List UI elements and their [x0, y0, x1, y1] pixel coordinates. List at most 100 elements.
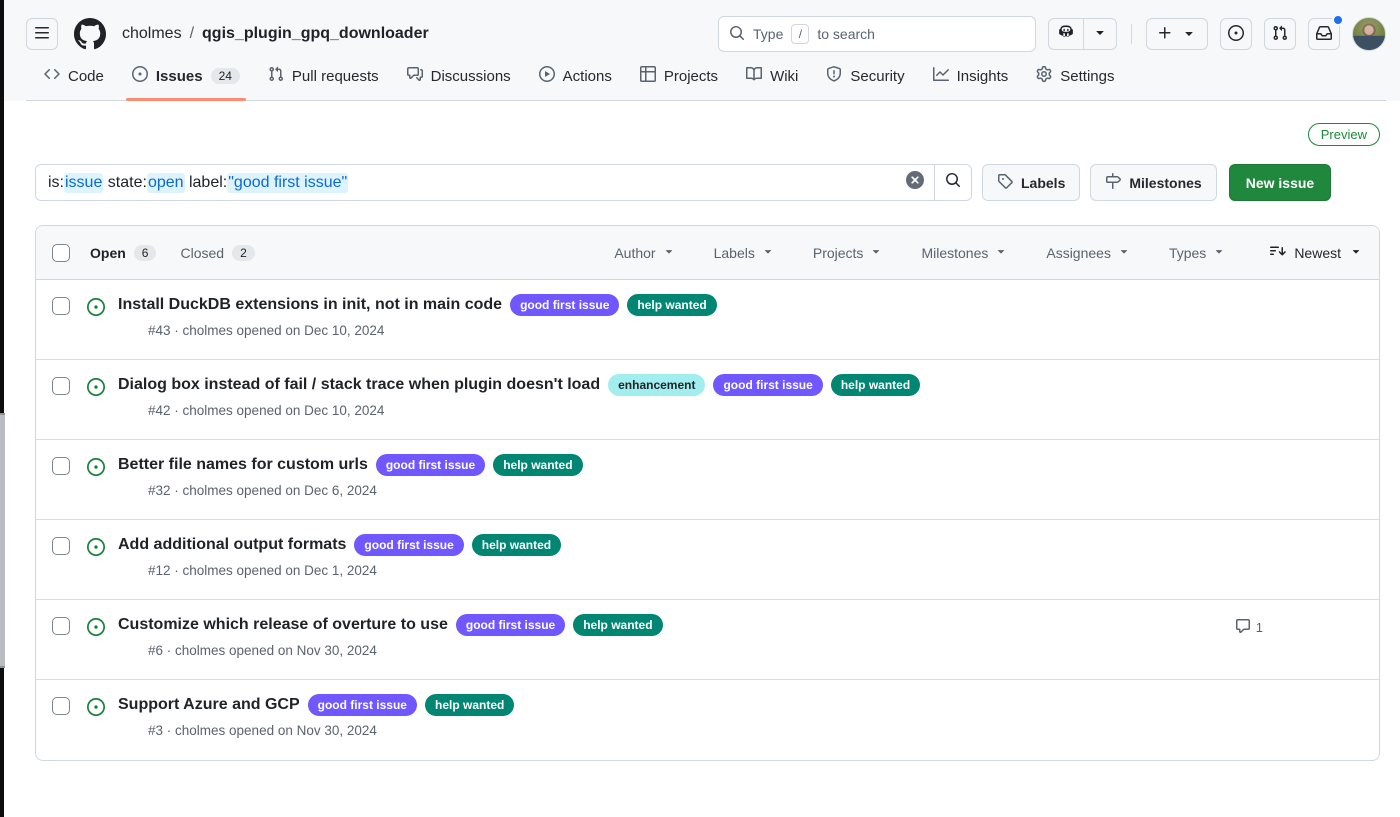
milestones-button[interactable]: Milestones [1090, 164, 1216, 201]
label-enhancement[interactable]: enhancement [608, 374, 705, 396]
your-issues-button[interactable] [1220, 18, 1252, 50]
issue-filter-input[interactable]: is:issue state:open label:"good first is… [36, 165, 896, 200]
issue-row: Support Azure and GCP good first issue h… [36, 680, 1379, 760]
issue-checkbox[interactable] [52, 297, 70, 315]
unread-notification-dot [1332, 14, 1344, 26]
labels-button-label: Labels [1021, 175, 1065, 191]
issue-filter-group: is:issue state:open label:"good first is… [35, 164, 972, 201]
issues-count-badge: 24 [211, 68, 240, 84]
breadcrumb-owner-link[interactable]: cholmes [122, 25, 182, 43]
label-good-first-issue[interactable]: good first issue [354, 534, 463, 556]
comment-icon [1235, 618, 1251, 637]
code-icon [44, 66, 60, 86]
triangle-down-icon [1117, 244, 1131, 261]
tab-label: Insights [957, 68, 1009, 85]
issue-title-link[interactable]: Support Azure and GCP [118, 696, 300, 714]
issue-checkbox[interactable] [52, 377, 70, 395]
copilot-icon [1057, 23, 1075, 46]
dropdown-label: Milestones [921, 245, 988, 261]
labels-button[interactable]: Labels [982, 164, 1080, 201]
inbox-icon [1316, 25, 1332, 44]
tab-security[interactable]: Security [812, 66, 918, 100]
search-placeholder-suffix: to search [817, 26, 875, 42]
labels-filter-dropdown[interactable]: Labels [714, 244, 775, 261]
tab-code[interactable]: Code [30, 66, 118, 100]
query-token: "good first issue" [227, 173, 348, 193]
global-search-input[interactable]: Type / to search [718, 16, 1036, 52]
shield-icon [826, 66, 842, 86]
tab-label: Security [850, 68, 904, 85]
global-header: cholmes / qgis_plugin_gpq_downloader Typ… [0, 0, 1400, 101]
tab-pull-requests[interactable]: Pull requests [254, 66, 393, 100]
label-good-first-issue[interactable]: good first issue [376, 454, 485, 476]
query-token: issue [64, 173, 103, 193]
query-token: open [147, 173, 185, 193]
issue-opened-icon [132, 66, 148, 86]
author-filter-dropdown[interactable]: Author [614, 244, 675, 261]
user-avatar[interactable] [1352, 17, 1386, 51]
issue-title-link[interactable]: Install DuckDB extensions in init, not i… [118, 296, 502, 314]
milestones-button-label: Milestones [1129, 175, 1201, 191]
x-circle-icon [906, 171, 924, 194]
clear-filter-button[interactable] [896, 165, 934, 200]
label-good-first-issue[interactable]: good first issue [308, 694, 417, 716]
repo-navigation: Code Issues 24 Pull requests Discussions… [26, 66, 1386, 101]
issue-row: Dialog box instead of fail / stack trace… [36, 360, 1379, 440]
tab-label: Actions [563, 68, 612, 85]
label-good-first-issue[interactable]: good first issue [456, 614, 565, 636]
label-help-wanted[interactable]: help wanted [573, 614, 662, 636]
preview-badge[interactable]: Preview [1308, 123, 1380, 146]
tab-issues[interactable]: Issues 24 [118, 66, 254, 100]
issue-checkbox[interactable] [52, 537, 70, 555]
tab-settings[interactable]: Settings [1022, 66, 1128, 100]
issue-title-link[interactable]: Better file names for custom urls [118, 456, 368, 474]
create-new-button[interactable] [1146, 18, 1208, 50]
issue-opened-icon [87, 378, 105, 401]
tab-actions[interactable]: Actions [525, 66, 626, 100]
query-qualifier: is: [48, 174, 64, 192]
hamburger-menu-button[interactable] [26, 18, 58, 50]
tab-projects[interactable]: Projects [626, 66, 732, 100]
issue-checkbox[interactable] [52, 457, 70, 475]
tab-label: Issues [156, 68, 203, 85]
issue-checkbox[interactable] [52, 697, 70, 715]
issue-opened-icon [87, 538, 105, 561]
tab-wiki[interactable]: Wiki [732, 66, 812, 100]
search-placeholder-prefix: Type [753, 26, 783, 42]
issue-title-link[interactable]: Add additional output formats [118, 536, 346, 554]
breadcrumb: cholmes / qgis_plugin_gpq_downloader [122, 25, 429, 43]
copilot-dropdown-button[interactable] [1083, 19, 1116, 49]
github-logo-icon[interactable] [74, 18, 106, 50]
slash-key-hint: / [791, 24, 809, 44]
issue-checkbox[interactable] [52, 617, 70, 635]
issue-title-link[interactable]: Dialog box instead of fail / stack trace… [118, 376, 600, 394]
label-help-wanted[interactable]: help wanted [493, 454, 582, 476]
milestones-filter-dropdown[interactable]: Milestones [921, 244, 1008, 261]
issue-title-link[interactable]: Customize which release of overture to u… [118, 616, 448, 634]
tag-icon [997, 173, 1013, 192]
closed-issues-toggle[interactable]: Closed 2 [180, 245, 254, 261]
new-issue-button[interactable]: New issue [1229, 164, 1331, 201]
your-pull-requests-button[interactable] [1264, 18, 1296, 50]
tab-insights[interactable]: Insights [919, 66, 1023, 100]
breadcrumb-repo-link[interactable]: qgis_plugin_gpq_downloader [202, 25, 429, 43]
tab-discussions[interactable]: Discussions [393, 66, 525, 100]
assignees-filter-dropdown[interactable]: Assignees [1046, 244, 1131, 261]
types-filter-dropdown[interactable]: Types [1169, 244, 1226, 261]
projects-filter-dropdown[interactable]: Projects [813, 244, 884, 261]
issue-meta: #43 · cholmes opened on Dec 10, 2024 [148, 323, 1363, 338]
label-good-first-issue[interactable]: good first issue [510, 294, 619, 316]
label-help-wanted[interactable]: help wanted [472, 534, 561, 556]
tab-label: Code [68, 68, 104, 85]
sort-dropdown[interactable]: Newest [1270, 243, 1363, 262]
copilot-button[interactable] [1049, 19, 1083, 49]
label-help-wanted[interactable]: help wanted [425, 694, 514, 716]
tab-label: Discussions [431, 68, 511, 85]
comment-count[interactable]: 1 [1235, 618, 1263, 637]
label-good-first-issue[interactable]: good first issue [713, 374, 822, 396]
filter-search-button[interactable] [934, 165, 971, 200]
label-help-wanted[interactable]: help wanted [627, 294, 716, 316]
open-issues-toggle[interactable]: Open 6 [90, 245, 156, 261]
label-help-wanted[interactable]: help wanted [831, 374, 920, 396]
select-all-checkbox[interactable] [52, 244, 70, 262]
